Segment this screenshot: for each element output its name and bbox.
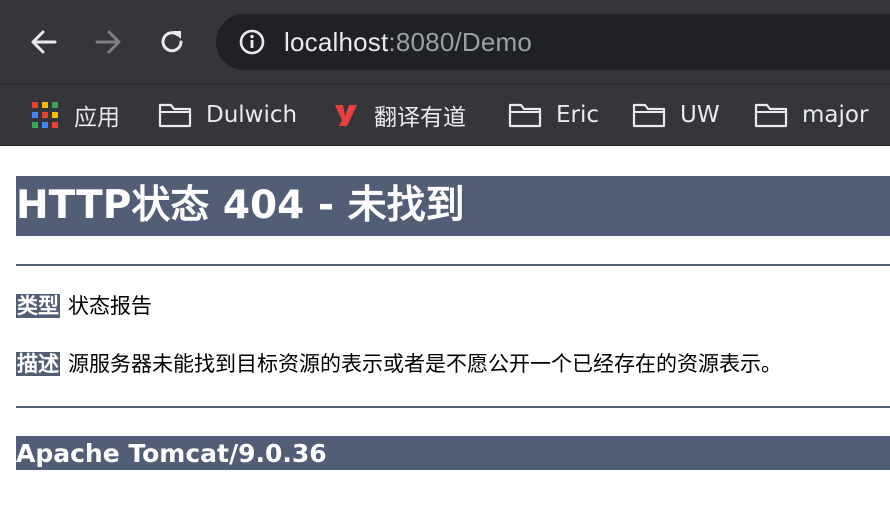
bookmark-eric[interactable]: Eric: [508, 85, 599, 145]
bookmark-dulwich[interactable]: Dulwich: [158, 85, 297, 145]
folder-icon: [158, 102, 192, 128]
forward-button[interactable]: [88, 22, 128, 62]
type-row: 类型 状态报告: [16, 292, 152, 320]
bookmarks-bar: 应用 Dulwich 翻译有道 Eric UW major: [0, 84, 890, 146]
bookmark-label: 应用: [74, 105, 120, 131]
bookmark-uw[interactable]: UW: [632, 85, 720, 145]
bookmark-youdao[interactable]: 翻译有道: [330, 85, 466, 145]
bookmark-apps[interactable]: 应用: [30, 85, 120, 145]
bookmark-label: 翻译有道: [374, 105, 466, 131]
url-text[interactable]: localhost:8080/Demo: [284, 27, 532, 58]
reload-icon: [161, 31, 183, 53]
bookmark-label: Eric: [556, 102, 600, 128]
bookmark-label: Dulwich: [206, 102, 298, 128]
site-info-icon[interactable]: [238, 28, 266, 56]
youdao-logo-icon: [330, 100, 360, 130]
description-row: 描述 源服务器未能找到目标资源的表示或者是不愿公开一个已经存在的资源表示。: [16, 350, 782, 378]
bookmark-major[interactable]: major: [754, 85, 868, 145]
server-footer: Apache Tomcat/9.0.36: [16, 436, 890, 470]
bookmark-label: UW: [680, 102, 720, 128]
reload-button[interactable]: [152, 22, 192, 62]
back-button[interactable]: [24, 22, 64, 62]
folder-icon: [754, 102, 788, 128]
arrow-right-icon: [95, 30, 121, 54]
url-host: localhost: [284, 26, 389, 57]
type-value: 状态报告: [68, 294, 152, 318]
folder-icon: [632, 102, 666, 128]
apps-grid-icon: [30, 100, 60, 130]
type-label: 类型: [16, 294, 60, 318]
bookmark-label: major: [802, 102, 869, 128]
description-value: 源服务器未能找到目标资源的表示或者是不愿公开一个已经存在的资源表示。: [68, 352, 782, 376]
error-title: HTTP状态 404 - 未找到: [16, 176, 890, 236]
divider-bottom: [16, 406, 890, 408]
folder-icon: [508, 102, 542, 128]
browser-toolbar: localhost:8080/Demo: [0, 0, 890, 84]
arrow-left-icon: [31, 30, 57, 54]
description-label: 描述: [16, 352, 60, 376]
divider-top: [16, 264, 890, 266]
url-path: :8080/Demo: [388, 26, 533, 57]
address-bar[interactable]: localhost:8080/Demo: [216, 14, 890, 70]
